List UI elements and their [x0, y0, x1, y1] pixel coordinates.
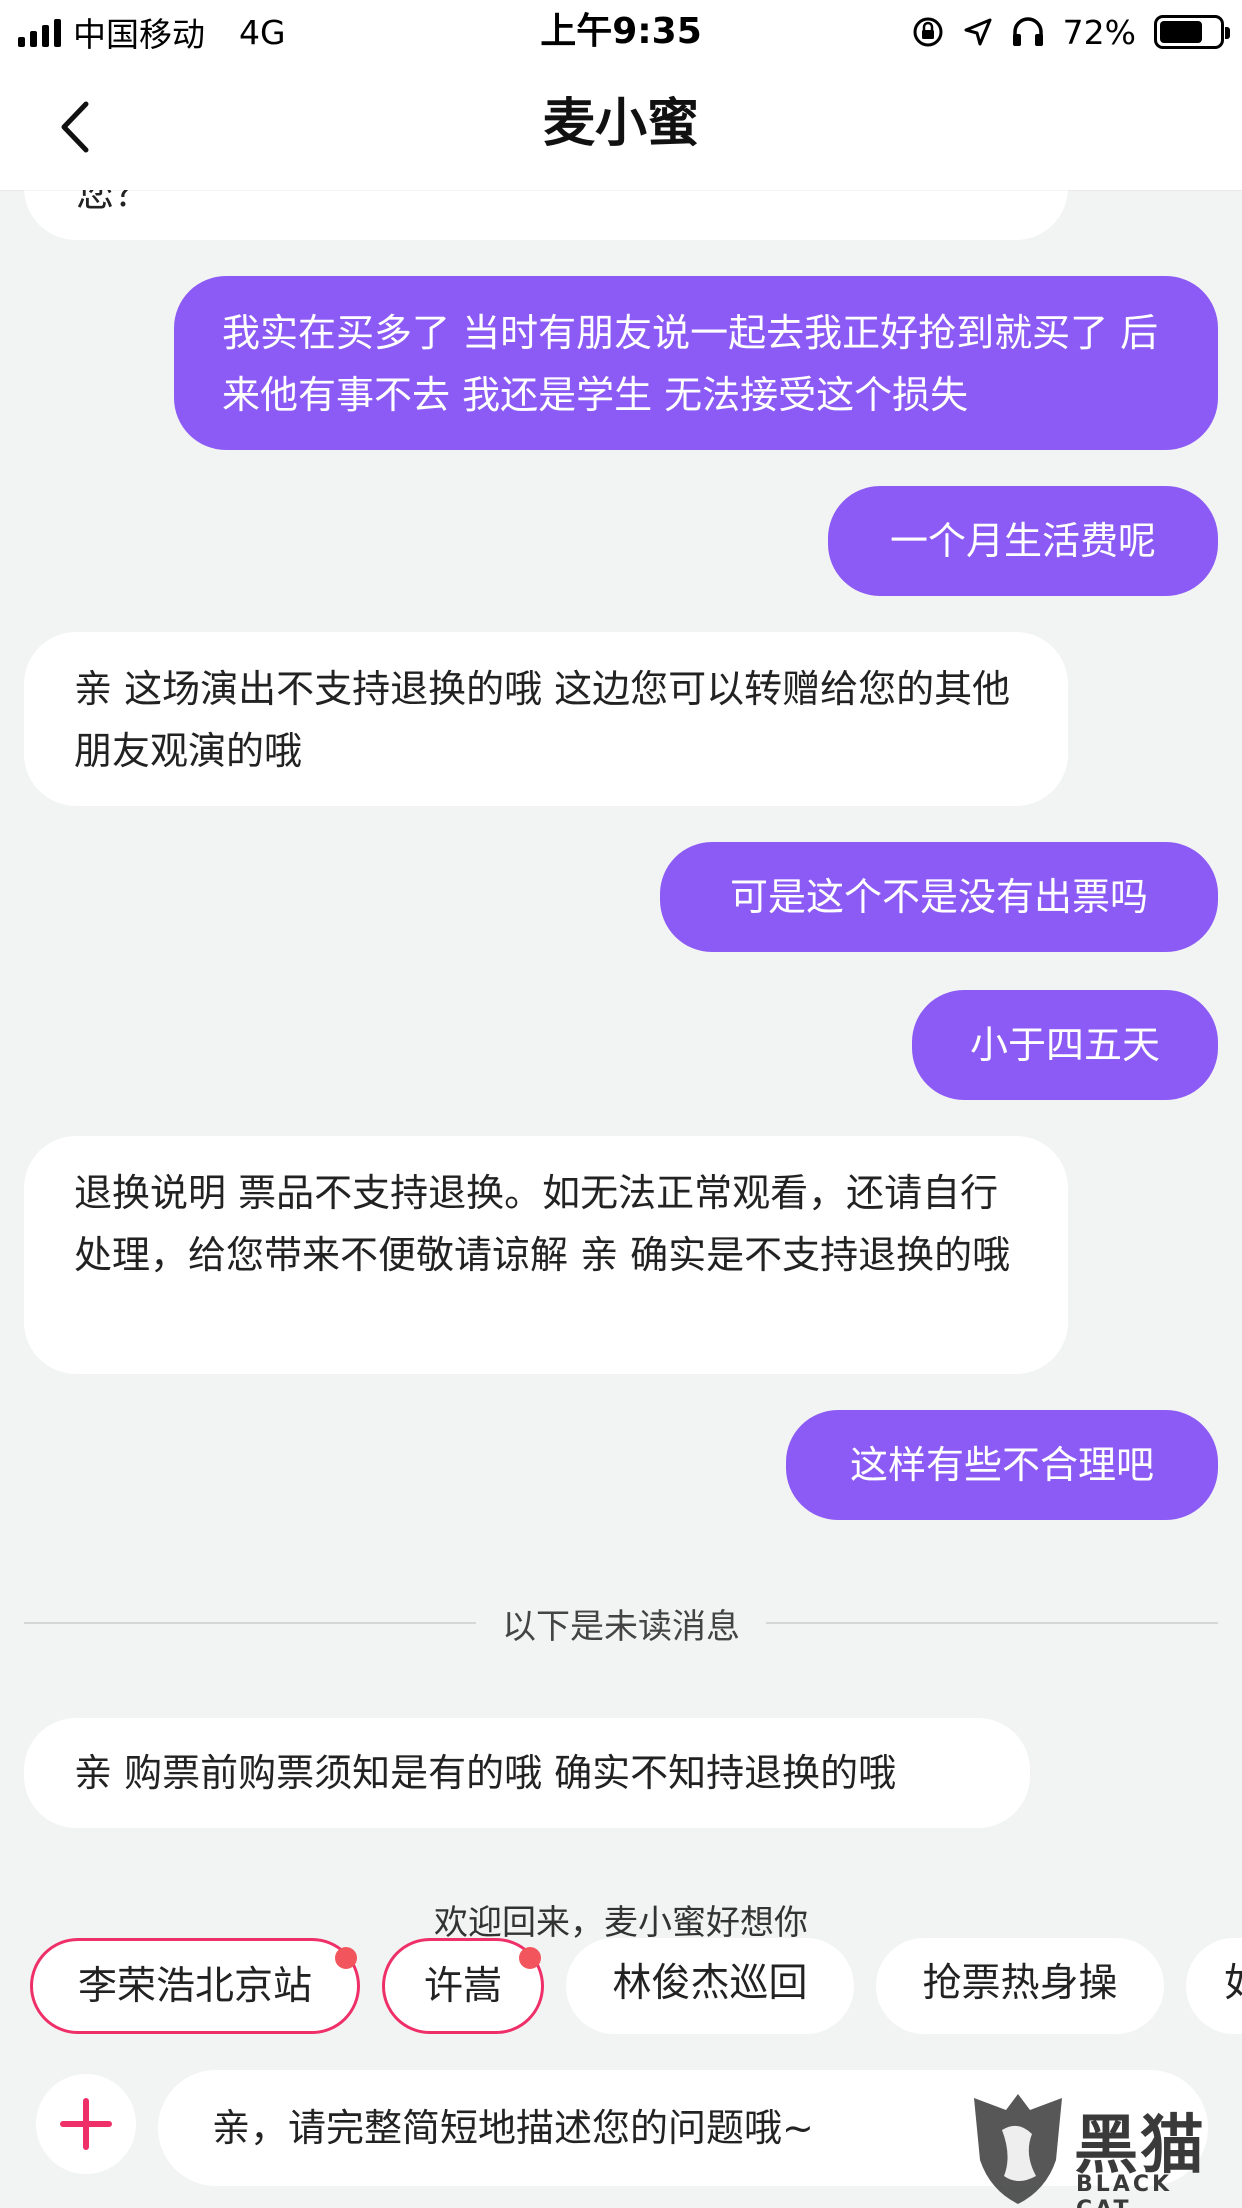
chip-topic[interactable]: 李荣浩北京站 [30, 1938, 360, 2034]
nav-bar: 麦小蜜 [0, 62, 1242, 190]
chip-topic[interactable]: 抢票热身操 [876, 1938, 1164, 2034]
message-bubble-user: 小于四五天 [912, 990, 1218, 1100]
headphones-icon [1012, 17, 1043, 46]
watermark-subtext: BLACK CAT [1076, 2172, 1173, 2208]
rotation-lock-icon [913, 17, 943, 47]
unread-divider: 以下是未读消息 [24, 1595, 1218, 1651]
chip-label: 如 [1224, 1961, 1242, 2006]
message-text: 这样有些不合理吧 [849, 1443, 1154, 1487]
status-right: 72% [911, 8, 1230, 56]
battery-icon [1154, 15, 1230, 49]
chat-area[interactable]: 您？ 我实在买多了 当时有朋友说一起去我正好抢到就买了 后来他有事不去 我还是学… [0, 0, 1242, 2208]
message-bubble-bot: 亲 购票前购票须知是有的哦 确实不知持退换的哦 [24, 1718, 1030, 1828]
location-arrow-icon [964, 18, 992, 46]
new-badge-dot [335, 1947, 357, 1969]
message-bubble-user: 可是这个不是没有出票吗 [660, 842, 1218, 952]
chip-topic[interactable]: 许嵩 [382, 1938, 544, 2034]
plus-icon [60, 2098, 112, 2150]
chip-label: 李荣浩北京站 [77, 1964, 312, 2009]
divider-line [24, 1622, 476, 1624]
new-badge-dot [519, 1947, 541, 1969]
message-text: 退换说明 票品不支持退换。如无法正常观看，还请自行处理，给您带来不便敬请谅解 亲… [74, 1171, 1011, 1277]
divider-line [766, 1622, 1218, 1624]
message-bubble-user: 一个月生活费呢 [828, 486, 1218, 596]
message-text: 小于四五天 [969, 1023, 1160, 1067]
battery-level-fill [1160, 21, 1202, 43]
watermark: 黑猫 BLACK CAT [966, 2090, 1236, 2208]
message-text: 一个月生活费呢 [889, 519, 1156, 563]
battery-percent: 72% [1062, 12, 1136, 52]
chip-label: 抢票热身操 [922, 1961, 1118, 2006]
add-button[interactable] [36, 2074, 136, 2174]
message-text: 我实在买多了 当时有朋友说一起去我正好抢到就买了 后来他有事不去 我还是学生 无… [222, 311, 1159, 417]
page-title: 麦小蜜 [542, 94, 699, 154]
message-bubble-bot: 退换说明 票品不支持退换。如无法正常观看，还请自行处理，给您带来不便敬请谅解 亲… [24, 1136, 1068, 1374]
chip-topic[interactable]: 林俊杰巡回 [566, 1938, 854, 2034]
message-bubble-user: 我实在买多了 当时有朋友说一起去我正好抢到就买了 后来他有事不去 我还是学生 无… [174, 276, 1218, 450]
chip-topic[interactable]: 如 [1186, 1938, 1242, 2034]
message-bubble-bot: 亲 这场演出不支持退换的哦 这边您可以转赠给您的其他朋友观演的哦 [24, 632, 1068, 806]
chip-label: 林俊杰巡回 [612, 1961, 808, 2006]
message-bubble-user: 这样有些不合理吧 [786, 1410, 1218, 1520]
message-text: 亲 购票前购票须知是有的哦 确实不知持退换的哦 [74, 1751, 897, 1795]
message-text: 可是这个不是没有出票吗 [729, 875, 1148, 919]
quick-topic-chips: 李荣浩北京站 许嵩 林俊杰巡回 抢票热身操 如 [0, 1938, 1242, 2038]
status-bar: 中国移动 4G 上午9:35 72% [0, 0, 1242, 62]
chip-label: 许嵩 [423, 1964, 502, 2009]
unread-divider-label: 以下是未读消息 [502, 1606, 740, 1647]
message-text: 亲 这场演出不支持退换的哦 这边您可以转赠给您的其他朋友观演的哦 [74, 667, 1011, 773]
cat-shield-logo-icon [974, 2094, 1062, 2204]
